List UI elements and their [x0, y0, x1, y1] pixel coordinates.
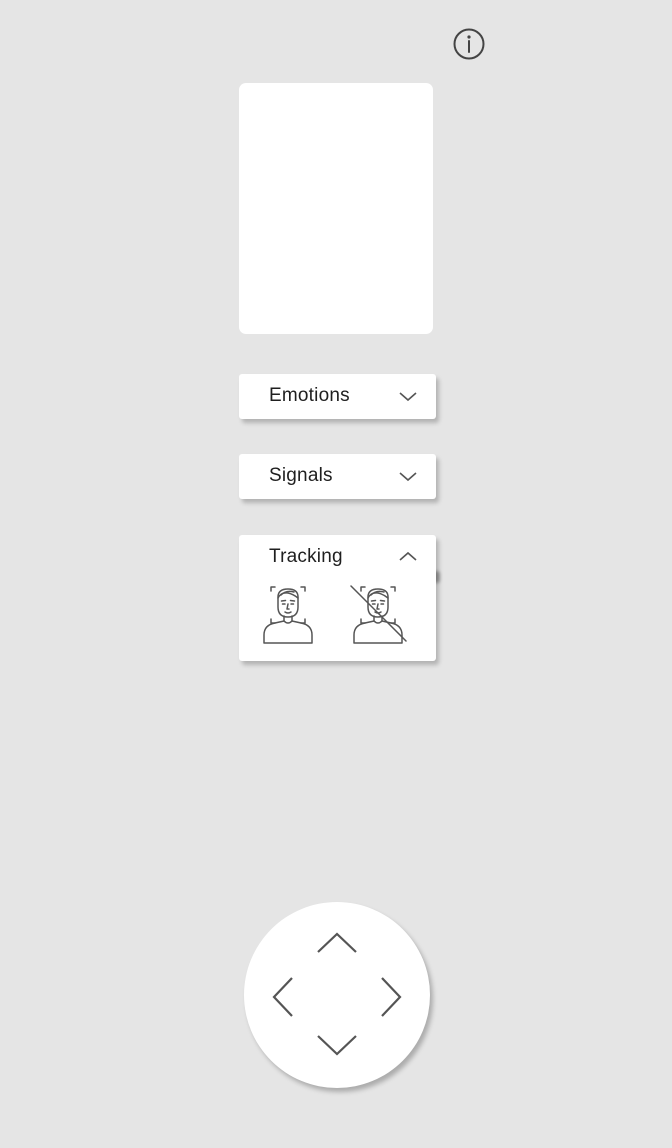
info-button[interactable]	[452, 27, 486, 61]
emotions-label: Emotions	[269, 385, 350, 406]
direction-pad	[244, 902, 430, 1088]
tracking-label: Tracking	[269, 546, 343, 567]
info-circle-icon	[453, 28, 485, 60]
chevron-right-icon	[381, 977, 402, 1017]
tracking-off-button[interactable]	[349, 583, 409, 647]
chevron-down-icon	[397, 467, 419, 485]
pan-up-button[interactable]	[312, 928, 362, 962]
tracking-on-button[interactable]	[261, 583, 321, 647]
chevron-up-icon	[317, 932, 357, 953]
video-preview	[239, 83, 433, 334]
signals-label: Signals	[269, 465, 333, 486]
pan-down-button[interactable]	[312, 1028, 362, 1062]
tracking-dropdown[interactable]: Tracking	[239, 535, 436, 661]
pan-left-button[interactable]	[266, 972, 300, 1022]
chevron-down-icon	[317, 1035, 357, 1056]
face-tracking-off-icon	[350, 585, 407, 644]
chevron-up-icon	[397, 548, 419, 566]
signals-dropdown-header[interactable]: Signals	[239, 454, 436, 499]
emotions-dropdown[interactable]: Emotions	[239, 374, 436, 419]
chevron-down-icon	[397, 387, 419, 405]
emotions-dropdown-header[interactable]: Emotions	[239, 374, 436, 419]
face-tracking-icon	[263, 586, 313, 644]
pan-right-button[interactable]	[374, 972, 408, 1022]
signals-dropdown[interactable]: Signals	[239, 454, 436, 499]
chevron-left-icon	[272, 977, 293, 1017]
tracking-dropdown-header[interactable]: Tracking	[239, 535, 436, 580]
